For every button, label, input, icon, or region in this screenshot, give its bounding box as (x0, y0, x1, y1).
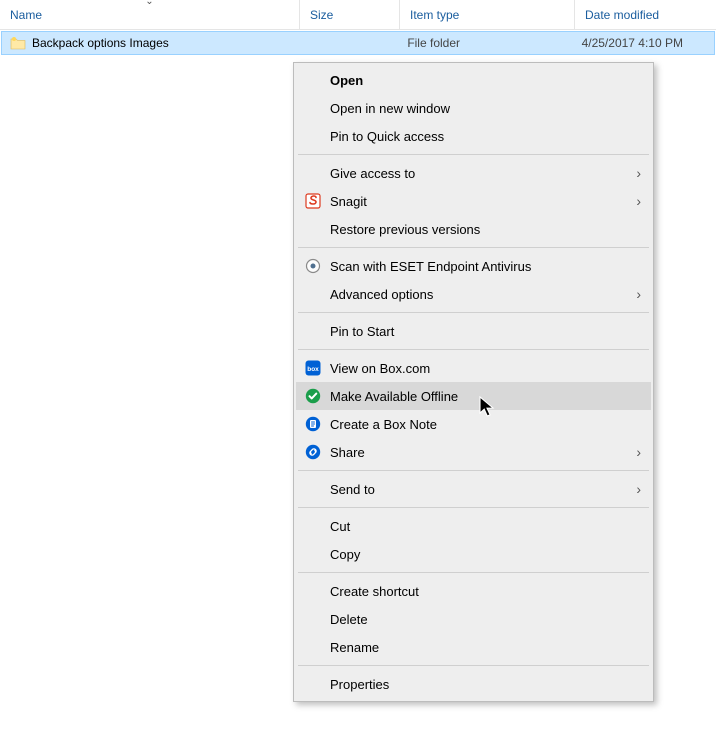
menu-separator (298, 572, 649, 573)
column-header-label: Name (10, 8, 42, 22)
menu-label: Open (330, 73, 641, 88)
menu-label: Properties (330, 677, 641, 692)
menu-label: View on Box.com (330, 361, 641, 376)
menu-label: Snagit (330, 194, 627, 209)
menu-rename[interactable]: Rename (296, 633, 651, 661)
menu-eset-scan[interactable]: Scan with ESET Endpoint Antivirus (296, 252, 651, 280)
menu-separator (298, 665, 649, 666)
context-menu: Open Open in new window Pin to Quick acc… (293, 62, 654, 702)
column-header-date[interactable]: Date modified (575, 0, 716, 29)
snagit-icon (302, 193, 324, 209)
menu-share[interactable]: Share › (296, 438, 651, 466)
file-name: Backpack options Images (32, 36, 169, 50)
svg-text:box: box (307, 366, 319, 373)
menu-pin-to-start[interactable]: Pin to Start (296, 317, 651, 345)
menu-snagit[interactable]: Snagit › (296, 187, 651, 215)
menu-view-on-box[interactable]: box View on Box.com (296, 354, 651, 382)
menu-label: Pin to Quick access (330, 129, 641, 144)
column-header-label: Item type (410, 8, 459, 22)
menu-separator (298, 154, 649, 155)
menu-separator (298, 507, 649, 508)
menu-label: Pin to Start (330, 324, 641, 339)
menu-label: Open in new window (330, 101, 641, 116)
menu-label: Send to (330, 482, 627, 497)
submenu-arrow-icon: › (627, 444, 641, 460)
menu-make-available-offline[interactable]: Make Available Offline (296, 382, 651, 410)
menu-restore-previous[interactable]: Restore previous versions (296, 215, 651, 243)
menu-label: Restore previous versions (330, 222, 641, 237)
menu-open-new-window[interactable]: Open in new window (296, 94, 651, 122)
eset-icon (302, 258, 324, 274)
file-type: File folder (399, 36, 573, 50)
column-header-row: ⌄ Name Size Item type Date modified (0, 0, 716, 30)
menu-send-to[interactable]: Send to › (296, 475, 651, 503)
column-header-label: Size (310, 8, 333, 22)
menu-open[interactable]: Open (296, 66, 651, 94)
menu-label: Make Available Offline (330, 389, 641, 404)
box-note-icon (302, 416, 324, 432)
column-header-type[interactable]: Item type (400, 0, 575, 29)
folder-icon (10, 35, 26, 51)
menu-create-shortcut[interactable]: Create shortcut (296, 577, 651, 605)
menu-label: Copy (330, 547, 641, 562)
submenu-arrow-icon: › (627, 193, 641, 209)
share-link-icon (302, 444, 324, 460)
menu-properties[interactable]: Properties (296, 670, 651, 698)
menu-copy[interactable]: Copy (296, 540, 651, 568)
column-header-label: Date modified (585, 8, 659, 22)
menu-delete[interactable]: Delete (296, 605, 651, 633)
menu-give-access-to[interactable]: Give access to › (296, 159, 651, 187)
submenu-arrow-icon: › (627, 286, 641, 302)
check-circle-icon (302, 388, 324, 404)
column-header-size[interactable]: Size (300, 0, 400, 29)
menu-label: Rename (330, 640, 641, 655)
menu-cut[interactable]: Cut (296, 512, 651, 540)
box-logo-icon: box (302, 360, 324, 376)
menu-label: Cut (330, 519, 641, 534)
column-header-name[interactable]: ⌄ Name (0, 0, 300, 29)
menu-separator (298, 247, 649, 248)
menu-label: Create a Box Note (330, 417, 641, 432)
submenu-arrow-icon: › (627, 165, 641, 181)
menu-label: Share (330, 445, 627, 460)
sort-indicator-icon: ⌄ (145, 0, 153, 7)
file-date: 4/25/2017 4:10 PM (574, 36, 714, 50)
menu-label: Give access to (330, 166, 627, 181)
submenu-arrow-icon: › (627, 481, 641, 497)
file-row[interactable]: Backpack options Images File folder 4/25… (1, 31, 715, 55)
menu-label: Delete (330, 612, 641, 627)
menu-label: Create shortcut (330, 584, 641, 599)
menu-pin-quick-access[interactable]: Pin to Quick access (296, 122, 651, 150)
menu-label: Advanced options (330, 287, 627, 302)
menu-advanced-options[interactable]: Advanced options › (296, 280, 651, 308)
menu-separator (298, 312, 649, 313)
menu-separator (298, 470, 649, 471)
menu-create-box-note[interactable]: Create a Box Note (296, 410, 651, 438)
menu-separator (298, 349, 649, 350)
menu-label: Scan with ESET Endpoint Antivirus (330, 259, 641, 274)
